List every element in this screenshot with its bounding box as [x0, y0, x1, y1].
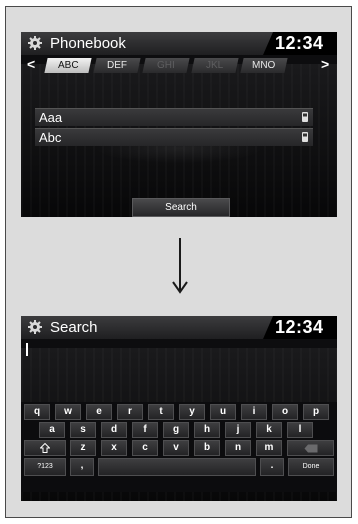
done-button[interactable]: Done: [288, 458, 334, 476]
shift-key[interactable]: [24, 440, 66, 456]
key-u[interactable]: u: [210, 404, 236, 420]
title-bar: Phonebook 12:34: [21, 32, 337, 55]
key-v[interactable]: v: [163, 440, 189, 456]
key-m[interactable]: m: [256, 440, 282, 456]
search-screen: Search 12:34 q w e r t y u i o p a s d f…: [21, 316, 337, 501]
down-arrow-icon: [172, 238, 188, 294]
key-z[interactable]: z: [70, 440, 96, 456]
clock: 12:34: [275, 317, 324, 337]
tab-def[interactable]: DEF: [93, 58, 141, 73]
space-key[interactable]: [98, 458, 256, 476]
clock-area: 12:34: [263, 316, 337, 339]
chevron-right-icon[interactable]: >: [321, 57, 329, 72]
contact-name: Abc: [39, 130, 62, 145]
key-a[interactable]: a: [39, 422, 65, 438]
comma-key[interactable]: ,: [70, 458, 94, 476]
period-key[interactable]: .: [260, 458, 284, 476]
key-o[interactable]: o: [272, 404, 298, 420]
key-e[interactable]: e: [86, 404, 112, 420]
symbols-key[interactable]: ?123: [24, 458, 66, 476]
backspace-key[interactable]: [287, 440, 334, 456]
key-i[interactable]: i: [241, 404, 267, 420]
tab-abc[interactable]: ABC: [44, 58, 92, 73]
phone-icon: [302, 112, 308, 122]
key-f[interactable]: f: [132, 422, 158, 438]
shift-icon: [39, 442, 51, 453]
list-item[interactable]: Abc: [35, 128, 313, 146]
alphabet-tabs: < ABC DEF GHI JKL MNO >: [21, 57, 337, 74]
tab-mno[interactable]: MNO: [240, 58, 288, 73]
key-n[interactable]: n: [225, 440, 251, 456]
key-w[interactable]: w: [55, 404, 81, 420]
key-s[interactable]: s: [70, 422, 96, 438]
gear-icon: [28, 36, 42, 50]
tab-jkl: JKL: [191, 58, 239, 73]
key-g[interactable]: g: [163, 422, 189, 438]
title-bar: Search 12:34: [21, 316, 337, 339]
key-b[interactable]: b: [194, 440, 220, 456]
on-screen-keyboard: q w e r t y u i o p a s d f g h j k l z …: [21, 402, 337, 492]
chevron-left-icon[interactable]: <: [27, 57, 35, 72]
key-k[interactable]: k: [256, 422, 282, 438]
page-title: Search: [50, 319, 98, 336]
key-h[interactable]: h: [194, 422, 220, 438]
list-item[interactable]: Aaa: [35, 108, 313, 126]
key-j[interactable]: j: [225, 422, 251, 438]
key-q[interactable]: q: [24, 404, 50, 420]
search-button[interactable]: Search: [132, 198, 230, 217]
clock-area: 12:34: [263, 32, 337, 55]
key-c[interactable]: c: [132, 440, 158, 456]
key-x[interactable]: x: [101, 440, 127, 456]
key-l[interactable]: l: [287, 422, 313, 438]
key-p[interactable]: p: [303, 404, 329, 420]
tab-ghi: GHI: [142, 58, 190, 73]
phone-icon: [302, 132, 308, 142]
phonebook-screen: Phonebook 12:34 < ABC DEF GHI JKL MNO > …: [21, 32, 337, 217]
backspace-icon: [304, 444, 317, 453]
key-y[interactable]: y: [179, 404, 205, 420]
clock: 12:34: [275, 33, 324, 53]
text-cursor[interactable]: [26, 343, 28, 356]
key-r[interactable]: r: [117, 404, 143, 420]
gear-icon: [28, 320, 42, 334]
page-title: Phonebook: [50, 35, 126, 52]
key-t[interactable]: t: [148, 404, 174, 420]
key-d[interactable]: d: [101, 422, 127, 438]
contact-name: Aaa: [39, 110, 63, 125]
